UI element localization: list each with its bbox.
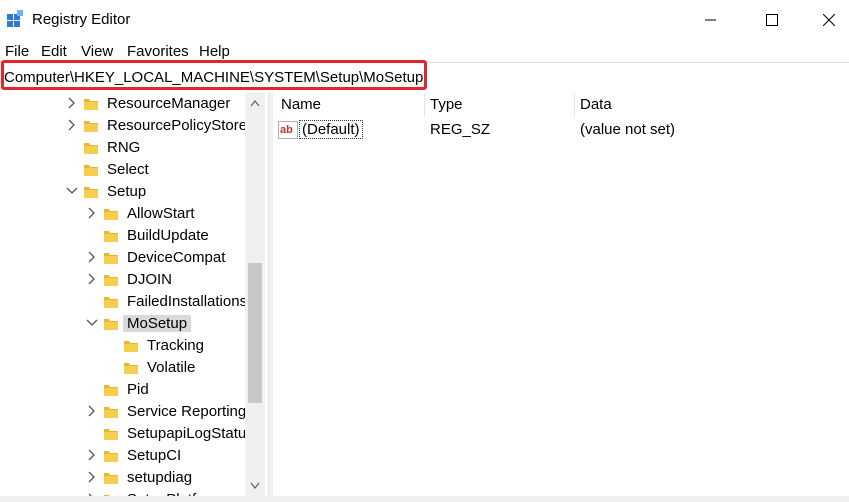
values-list: Name Type Data ab (Default) REG_SZ (valu… bbox=[273, 93, 849, 496]
folder-icon bbox=[104, 473, 118, 484]
column-header-name[interactable]: Name bbox=[281, 96, 321, 113]
tree-node-label: SetupCI bbox=[127, 447, 182, 464]
tree-node[interactable]: Setup bbox=[0, 181, 246, 203]
key-tree: ResourceManager ResourcePolicyStore RNG Sel… bbox=[0, 93, 268, 496]
menu-favorites[interactable]: Favorites bbox=[127, 43, 189, 60]
tree-node-label: RNG bbox=[107, 139, 141, 156]
menu-help[interactable]: Help bbox=[199, 43, 230, 60]
folder-icon bbox=[104, 209, 118, 220]
chevron-right-icon[interactable] bbox=[86, 405, 98, 417]
tree-node[interactable]: setupdiag bbox=[0, 467, 246, 489]
tree-node[interactable]: Service Reporting bbox=[0, 401, 246, 423]
folder-icon bbox=[84, 165, 98, 176]
chevron-right-icon[interactable] bbox=[86, 207, 98, 219]
tree-node[interactable]: DeviceCompat bbox=[0, 247, 246, 269]
minimize-icon bbox=[705, 19, 716, 21]
folder-icon bbox=[104, 451, 118, 462]
tree-node[interactable]: Tracking bbox=[0, 335, 246, 357]
title-bar: Registry Editor bbox=[0, 0, 849, 40]
chevron-right-icon[interactable] bbox=[86, 471, 98, 483]
tree-node-label: ResourceManager bbox=[107, 95, 231, 112]
tree-node-label: Service Reporting bbox=[127, 403, 247, 420]
scroll-up-icon[interactable] bbox=[250, 99, 260, 107]
folder-icon bbox=[84, 121, 98, 132]
tree-node[interactable]: Volatile bbox=[0, 357, 246, 379]
minimize-button[interactable] bbox=[688, 0, 734, 40]
tree-scroll-thumb[interactable] bbox=[248, 263, 262, 403]
tree-node-label: FailedInstallations bbox=[127, 293, 248, 310]
folder-icon bbox=[104, 319, 118, 330]
folder-icon bbox=[104, 429, 118, 440]
maximize-icon bbox=[766, 14, 778, 26]
tree-node[interactable]: Pid bbox=[0, 379, 246, 401]
column-divider[interactable] bbox=[424, 93, 425, 117]
tree-node[interactable]: SetupCI bbox=[0, 445, 246, 467]
menu-file[interactable]: File bbox=[5, 43, 29, 60]
close-button[interactable] bbox=[806, 0, 849, 40]
registry-editor-icon bbox=[7, 10, 23, 27]
tree-node-label: Pid bbox=[127, 381, 149, 398]
tree-node-label: BuildUpdate bbox=[127, 227, 209, 244]
tree-node[interactable]: FailedInstallations bbox=[0, 291, 248, 313]
tree-node[interactable]: AllowStart bbox=[0, 203, 246, 225]
folder-icon bbox=[84, 99, 98, 110]
tree-node-label: setupdiag bbox=[127, 469, 193, 486]
chevron-right-icon[interactable] bbox=[66, 119, 78, 131]
tree-node-label: Setup bbox=[107, 183, 147, 200]
tree-node-label: DJOIN bbox=[127, 271, 172, 288]
address-highlight-box bbox=[1, 60, 427, 90]
folder-icon bbox=[124, 363, 138, 374]
folder-icon bbox=[84, 143, 98, 154]
menu-view[interactable]: View bbox=[81, 43, 113, 60]
chevron-right-icon[interactable] bbox=[86, 449, 98, 461]
folder-icon bbox=[104, 297, 118, 308]
tree-node-selected[interactable]: MoSetup bbox=[0, 313, 246, 335]
folder-icon bbox=[104, 275, 118, 286]
svg-text:ab: ab bbox=[280, 124, 293, 136]
chevron-right-icon[interactable] bbox=[66, 97, 78, 109]
tree-node-label: MoSetup bbox=[123, 315, 192, 332]
folder-icon bbox=[104, 253, 118, 264]
string-value-icon: ab bbox=[278, 121, 298, 139]
tree-node-label: ResourcePolicyStore bbox=[107, 117, 248, 134]
tree-node[interactable]: SetupapiLogStatu bbox=[0, 423, 246, 445]
folder-icon bbox=[104, 385, 118, 396]
menu-edit[interactable]: Edit bbox=[41, 43, 67, 60]
maximize-button[interactable] bbox=[749, 0, 795, 40]
value-type: REG_SZ bbox=[430, 121, 491, 138]
tree-node-label: Select bbox=[107, 161, 149, 178]
column-header-data[interactable]: Data bbox=[580, 96, 612, 113]
chevron-right-icon[interactable] bbox=[86, 251, 98, 263]
chevron-down-icon[interactable] bbox=[86, 317, 98, 329]
window-title: Registry Editor bbox=[32, 11, 131, 28]
tree-node[interactable]: ResourcePolicyStore bbox=[0, 115, 248, 137]
tree-node-label: AllowStart bbox=[127, 205, 195, 222]
tree-node-label: SetupapiLogStatu bbox=[127, 425, 247, 442]
tree-node-label: Volatile bbox=[147, 359, 196, 376]
menu-bar: File Edit View Favorites Help bbox=[0, 40, 849, 62]
folder-icon bbox=[84, 187, 98, 198]
folder-icon bbox=[104, 231, 118, 242]
tree-node-label: Tracking bbox=[147, 337, 204, 354]
chevron-down-icon[interactable] bbox=[66, 185, 78, 197]
close-icon bbox=[823, 14, 835, 26]
tree-node[interactable]: RNG bbox=[0, 137, 246, 159]
tree-node[interactable]: ResourceManager bbox=[0, 93, 246, 115]
tree-node[interactable]: BuildUpdate bbox=[0, 225, 246, 247]
tree-scrollbar[interactable] bbox=[245, 93, 265, 496]
folder-icon bbox=[104, 407, 118, 418]
scroll-down-icon[interactable] bbox=[250, 482, 260, 490]
value-data: (value not set) bbox=[580, 121, 676, 138]
chevron-right-icon[interactable] bbox=[86, 273, 98, 285]
column-header-type[interactable]: Type bbox=[430, 96, 463, 113]
tree-node[interactable]: SetupPlatform bbox=[0, 489, 246, 496]
value-name: (Default) bbox=[299, 120, 363, 139]
tree-node[interactable]: Select bbox=[0, 159, 246, 181]
status-bar bbox=[0, 496, 849, 502]
folder-icon bbox=[124, 341, 138, 352]
tree-node[interactable]: DJOIN bbox=[0, 269, 246, 291]
tree-node-label: DeviceCompat bbox=[127, 249, 226, 266]
column-divider[interactable] bbox=[574, 93, 575, 117]
